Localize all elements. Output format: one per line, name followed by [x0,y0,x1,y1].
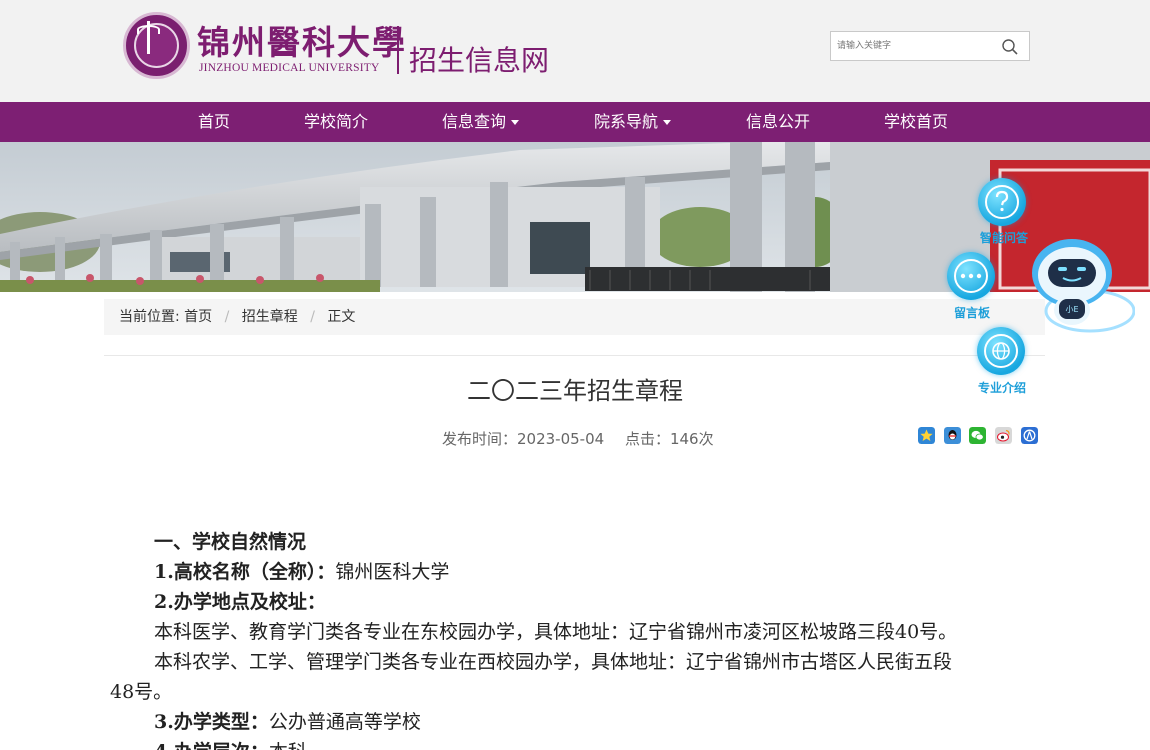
article-paragraph: 本科医学、教育学门类各专业在东校园办学，具体地址：辽宁省锦州市凌河区松坡路三段4… [154,621,958,643]
qzone-icon[interactable] [918,427,935,444]
search-box [830,31,1030,61]
article-paragraph: 3.办学类型：公办普通高等学校 [154,711,421,733]
weibo-icon[interactable] [995,427,1012,444]
breadcrumb-item-home[interactable]: 首页 [184,309,212,325]
article-paragraph: 4.办学层次：本科 [110,737,1045,750]
renren-icon[interactable] [1021,427,1038,444]
caret-down-icon [663,120,672,125]
breadcrumb-item-current: 正文 [327,309,356,325]
globe-icon [992,342,1010,360]
click-count: 点击：146次 [624,430,714,448]
article-paragraph: 48号。 [110,681,173,703]
article-meta: 发布时间：2023-05-04 点击：146次 [442,428,714,449]
search-input[interactable] [837,37,987,55]
nav-item-home[interactable]: 首页 [198,102,230,142]
nav-item-info-disclosure[interactable]: 信息公开 [746,102,810,142]
article-body: 一、学校自然情况 1.高校名称（全称）：锦州医科大学 2.办学地点及校址： 本科… [110,527,1045,750]
logo-english-name[interactable]: JINZHOU MEDICAL UNIVERSITY [199,62,379,74]
major-intro-button[interactable] [977,327,1025,375]
help-question-label[interactable]: 智能问答 [980,229,1028,246]
nav-item-department-nav[interactable]: 院系导航 [594,102,672,142]
article-paragraph: 2.办学地点及校址： [154,591,326,613]
nav-item-school-intro[interactable]: 学校简介 [304,102,368,142]
breadcrumb-separator: / [224,309,230,325]
university-emblem-icon[interactable] [123,12,190,79]
publish-time: 发布时间：2023-05-04 [442,430,605,448]
breadcrumb: 当前位置: 首页 / 招生章程 / 正文 [104,299,1045,335]
breadcrumb-item-admission-rules[interactable]: 招生章程 [242,309,298,325]
logo-chinese-name[interactable]: 锦州醫科大學 [197,16,407,64]
robot-badge: 小E [1065,305,1078,314]
qq-icon[interactable] [944,427,961,444]
divider [104,355,1045,356]
article-paragraph: 本科农学、工学、管理学门类各专业在西校园办学，具体地址：辽宁省锦州市古塔区人民街… [154,651,953,673]
main-nav: 首页 学校简介 信息查询 院系导航 信息公开 学校首页 [0,102,1150,142]
major-intro-label[interactable]: 专业介绍 [978,379,1026,396]
nav-item-school-homepage[interactable]: 学校首页 [884,102,948,142]
header: 锦州醫科大學 JINZHOU MEDICAL UNIVERSITY 招生信息网 [0,0,1150,102]
wechat-icon[interactable] [969,427,986,444]
breadcrumb-separator: / [310,309,315,325]
site-name: 招生信息网 [409,44,550,77]
breadcrumb-prefix: 当前位置: [119,309,180,325]
ellipsis-icon [960,273,982,279]
nav-item-info-query[interactable]: 信息查询 [442,102,520,142]
article-paragraph: 1.高校名称（全称）：锦州医科大学 [154,561,450,583]
robot-assistant-icon[interactable]: 小E [1030,237,1135,337]
section-heading: 一、学校自然情况 [154,531,307,553]
help-question-button[interactable] [978,178,1026,226]
search-icon[interactable] [1001,38,1019,56]
message-board-button[interactable] [947,252,995,300]
caret-down-icon [511,120,520,125]
message-board-label[interactable]: 留言板 [954,304,990,321]
question-icon [995,190,1009,212]
logo-divider [397,26,399,74]
